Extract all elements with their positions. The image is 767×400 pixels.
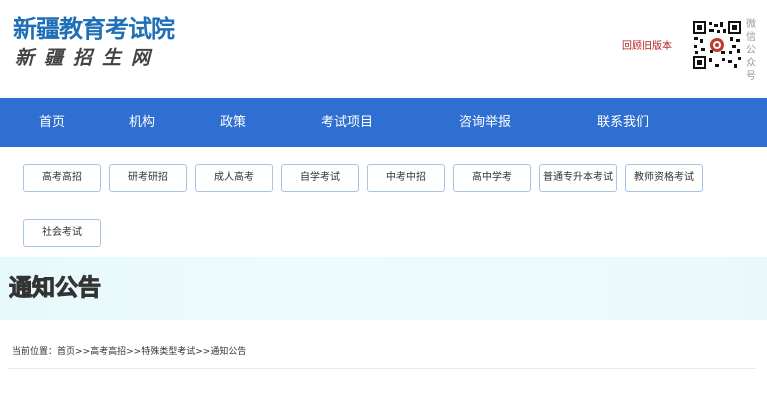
category-adult-exam[interactable]: 成人高考	[195, 164, 273, 192]
breadcrumb-home[interactable]: 首页	[57, 347, 75, 357]
category-upgrade-exam[interactable]: 普通专升本考试	[539, 164, 617, 192]
breadcrumb: 当前位置：首页>>高考高招>>特殊类型考试>>通知公告	[12, 346, 246, 359]
category-social-exam[interactable]: 社会考试	[23, 219, 101, 247]
category-gaokao[interactable]: 高考高招	[23, 164, 101, 192]
logo-subtitle: 新疆招生网	[15, 47, 161, 69]
breadcrumb-separator: >>	[75, 347, 91, 357]
nav-item-policy[interactable]: 政策	[220, 98, 246, 147]
wechat-label: 微信公众号	[746, 19, 756, 82]
category-highschool-test[interactable]: 高中学考	[453, 164, 531, 192]
category-self-study[interactable]: 自学考试	[281, 164, 359, 192]
breadcrumb-notices[interactable]: 通知公告	[210, 347, 246, 357]
nav-item-contact[interactable]: 联系我们	[597, 98, 649, 147]
category-zhongkao[interactable]: 中考中招	[367, 164, 445, 192]
breadcrumb-special-exam[interactable]: 特殊类型考试	[141, 347, 195, 357]
wechat-qr-code	[692, 20, 742, 70]
nav-item-home[interactable]: 首页	[39, 98, 65, 147]
breadcrumb-gaokao[interactable]: 高考高招	[90, 347, 126, 357]
breadcrumb-prefix: 当前位置：	[12, 347, 58, 357]
page-title: 通知公告	[9, 275, 102, 302]
category-teacher-cert[interactable]: 教师资格考试	[625, 164, 703, 192]
content-divider	[8, 368, 756, 369]
main-navigation: 首页 机构 政策 考试项目 咨询举报 联系我们	[0, 98, 767, 147]
logo-title[interactable]: 新疆教育考试院	[13, 14, 175, 44]
nav-item-organization[interactable]: 机构	[129, 98, 155, 147]
breadcrumb-separator: >>	[126, 347, 142, 357]
category-buttons: 高考高招 研考研招 成人高考 自学考试 中考中招 高中学考 普通专升本考试 教师…	[0, 147, 767, 257]
old-version-link[interactable]: 回顾旧版本	[622, 40, 672, 54]
category-postgrad[interactable]: 研考研招	[109, 164, 187, 192]
nav-item-consult-report[interactable]: 咨询举报	[459, 98, 511, 147]
page-banner: 通知公告	[0, 257, 767, 320]
breadcrumb-separator: >>	[195, 347, 211, 357]
site-header: 新疆教育考试院 新疆招生网 回顾旧版本 微信公众号	[0, 0, 767, 98]
nav-item-exam-projects[interactable]: 考试项目	[321, 98, 373, 147]
